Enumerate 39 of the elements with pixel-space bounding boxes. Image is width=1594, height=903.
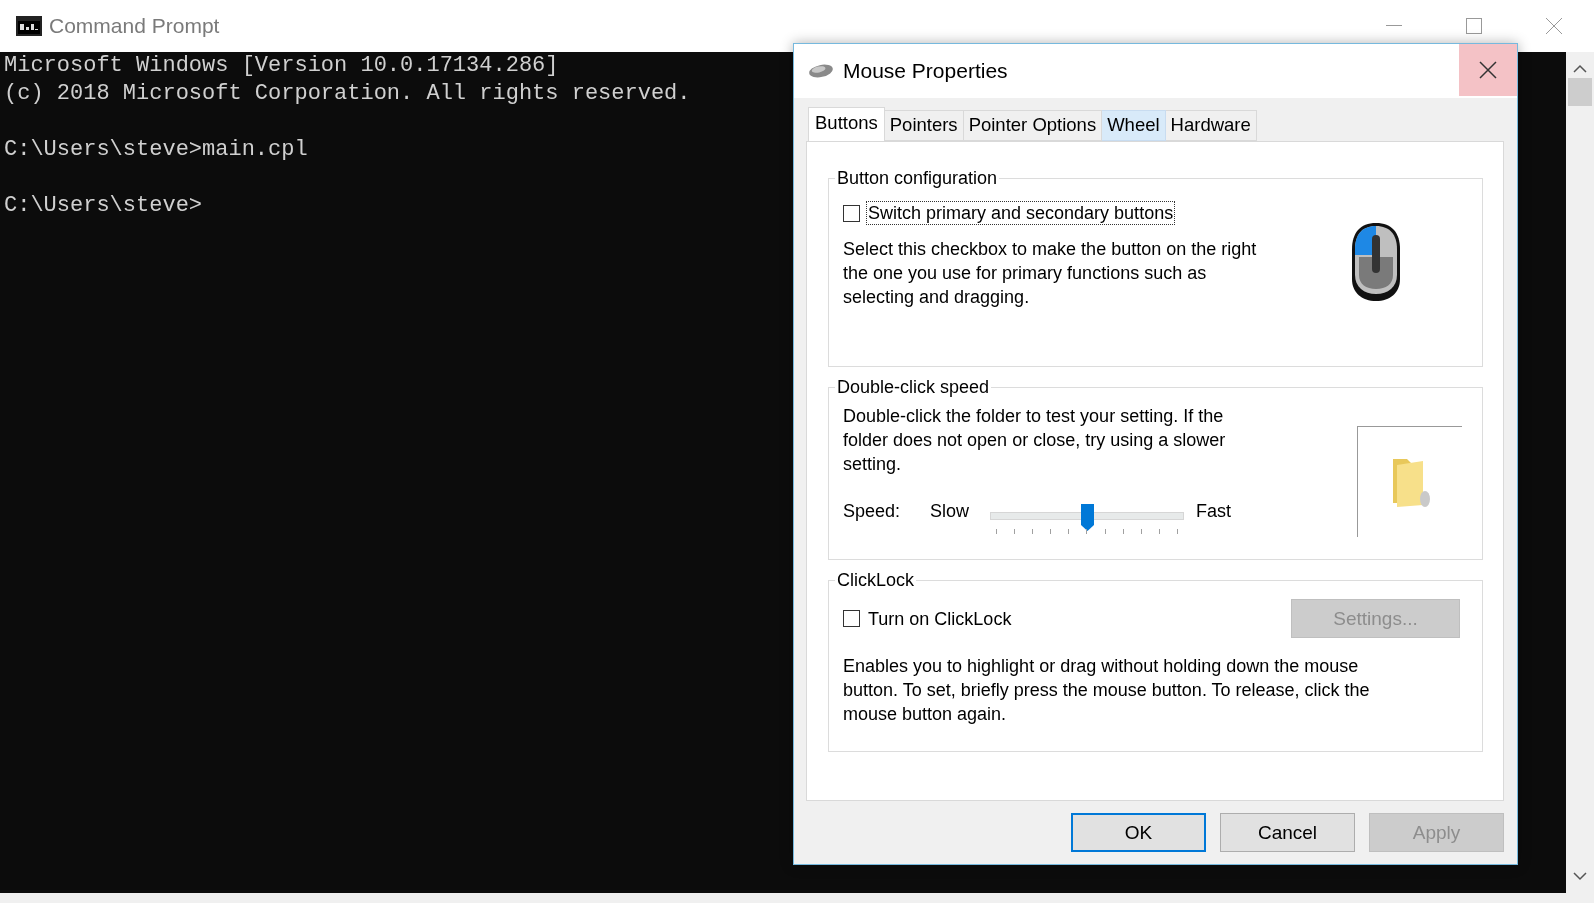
mouse-icon (1350, 221, 1402, 303)
scrollbar[interactable] (1566, 52, 1594, 893)
tab[interactable]: Pointers (884, 110, 964, 141)
group-title: Double-click speed (836, 377, 991, 398)
tab[interactable]: Buttons (808, 107, 885, 142)
tab[interactable]: Wheel (1102, 110, 1166, 141)
console-line: C:\Users\steve>main.cpl (4, 136, 308, 164)
description-text: Enables you to highlight or drag without holding down the mouse button. To set, briefly press the mouse button. To release, click the mouse button again. (843, 655, 1371, 726)
description-text: Double-click the folder to test your setting. If the folder does not open or close, try using a slower setting. (843, 405, 1227, 476)
scrollbar-thumb[interactable] (1568, 78, 1592, 106)
console-line: Microsoft Windows [Version 10.0.17134.286] (4, 52, 559, 80)
scroll-down-icon[interactable] (1573, 871, 1587, 881)
tab[interactable]: Pointer Options (963, 110, 1103, 141)
console-icon (16, 16, 42, 36)
checkbox[interactable] (843, 204, 860, 222)
slider-thumb[interactable] (1081, 504, 1094, 531)
group-title: ClickLock (836, 570, 916, 591)
slow-label: Slow (930, 500, 970, 522)
close-button[interactable] (1459, 44, 1517, 96)
scroll-up-icon[interactable] (1573, 64, 1587, 74)
minimize-icon (1386, 25, 1402, 27)
checkbox-label[interactable]: Switch primary and secondary buttons (866, 201, 1176, 225)
mouse-icon (808, 63, 834, 79)
speed-label: Speed: (843, 500, 902, 522)
console-line: C:\Users\steve> (4, 192, 203, 220)
maximize-icon (1466, 18, 1482, 34)
checkbox-label[interactable]: Turn on ClickLock (866, 606, 1014, 631)
window-title: Mouse Properties (843, 59, 1008, 83)
fast-label: Fast (1196, 500, 1231, 522)
close-icon (1479, 61, 1497, 79)
checkbox[interactable] (843, 610, 860, 627)
close-icon (1546, 18, 1562, 34)
console-line: (c) 2018 Microsoft Corporation. All rights reserved. (4, 80, 691, 108)
group-title: Button configuration (836, 168, 999, 189)
dialog-button[interactable]: OK (1071, 813, 1206, 852)
tab[interactable]: Hardware (1165, 110, 1257, 141)
description-text: Select this checkbox to make the button on the right the one you use for primary functions such as selecting and dragging. (843, 238, 1258, 309)
dialog-button[interactable]: Cancel (1220, 813, 1355, 852)
window-title: Command Prompt (49, 14, 220, 38)
